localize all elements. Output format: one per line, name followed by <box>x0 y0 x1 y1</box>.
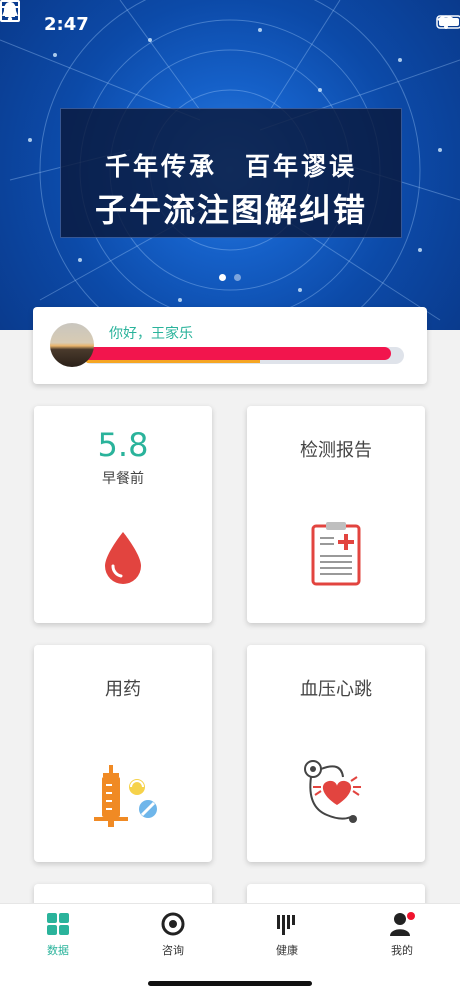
blood-sugar-value: 5.8 <box>97 426 149 464</box>
tab-consult-label: 咨询 <box>162 944 184 957</box>
target-icon <box>161 912 185 936</box>
grid-icon <box>47 913 69 935</box>
battery-icon <box>436 15 460 29</box>
blood-sugar-label: 早餐前 <box>102 471 144 487</box>
progress-bar <box>83 347 404 364</box>
syringe-pills-icon <box>94 765 157 827</box>
hero-banner[interactable]: 2:47 千年传承 百年谬误 子午流注图解纠错 <box>0 0 460 330</box>
user-icon <box>390 912 415 936</box>
tab-health-label: 健康 <box>276 944 298 957</box>
clipboard-report-icon <box>311 522 361 586</box>
status-time: 2:47 <box>44 14 89 35</box>
stethoscope-heart-icon <box>304 760 361 823</box>
notification-badge <box>407 912 415 920</box>
home-indicator <box>148 981 312 986</box>
test-report-card[interactable]: 检测报告 <box>247 406 425 623</box>
bars-icon <box>277 915 295 935</box>
bell-icon[interactable] <box>0 0 20 22</box>
profile-card[interactable]: 你好，王家乐 <box>33 307 427 384</box>
blood-pressure-card[interactable]: 血压心跳 <box>247 645 425 862</box>
tab-data[interactable]: 数据 <box>18 912 98 958</box>
tab-data-label: 数据 <box>47 944 69 957</box>
test-report-title: 检测报告 <box>300 440 372 461</box>
avatar[interactable] <box>50 323 94 367</box>
progress-bar-fill <box>83 347 392 360</box>
tab-consult[interactable]: 咨询 <box>133 912 213 958</box>
banner-title-line1: 千年传承 百年谬误 <box>104 152 357 181</box>
carousel-dot[interactable] <box>234 274 241 281</box>
blood-drop-icon <box>105 532 141 584</box>
medication-title: 用药 <box>105 679 141 700</box>
tab-mine[interactable]: 我的 <box>362 912 442 958</box>
tab-mine-label: 我的 <box>391 944 413 957</box>
carousel-dot[interactable] <box>219 274 226 281</box>
medication-card[interactable]: 用药 <box>34 645 212 862</box>
tab-health[interactable]: 健康 <box>247 912 327 958</box>
greeting-text: 你好，王家乐 <box>109 326 193 342</box>
banner-title-box: 千年传承 百年谬误 子午流注图解纠错 <box>60 108 402 238</box>
progress-bar-secondary <box>83 360 260 363</box>
blood-pressure-title: 血压心跳 <box>300 679 372 700</box>
blood-sugar-card[interactable]: 5.8 早餐前 <box>34 406 212 623</box>
carousel-dots <box>0 274 460 281</box>
banner-title-line2: 子午流注图解纠错 <box>94 191 367 229</box>
